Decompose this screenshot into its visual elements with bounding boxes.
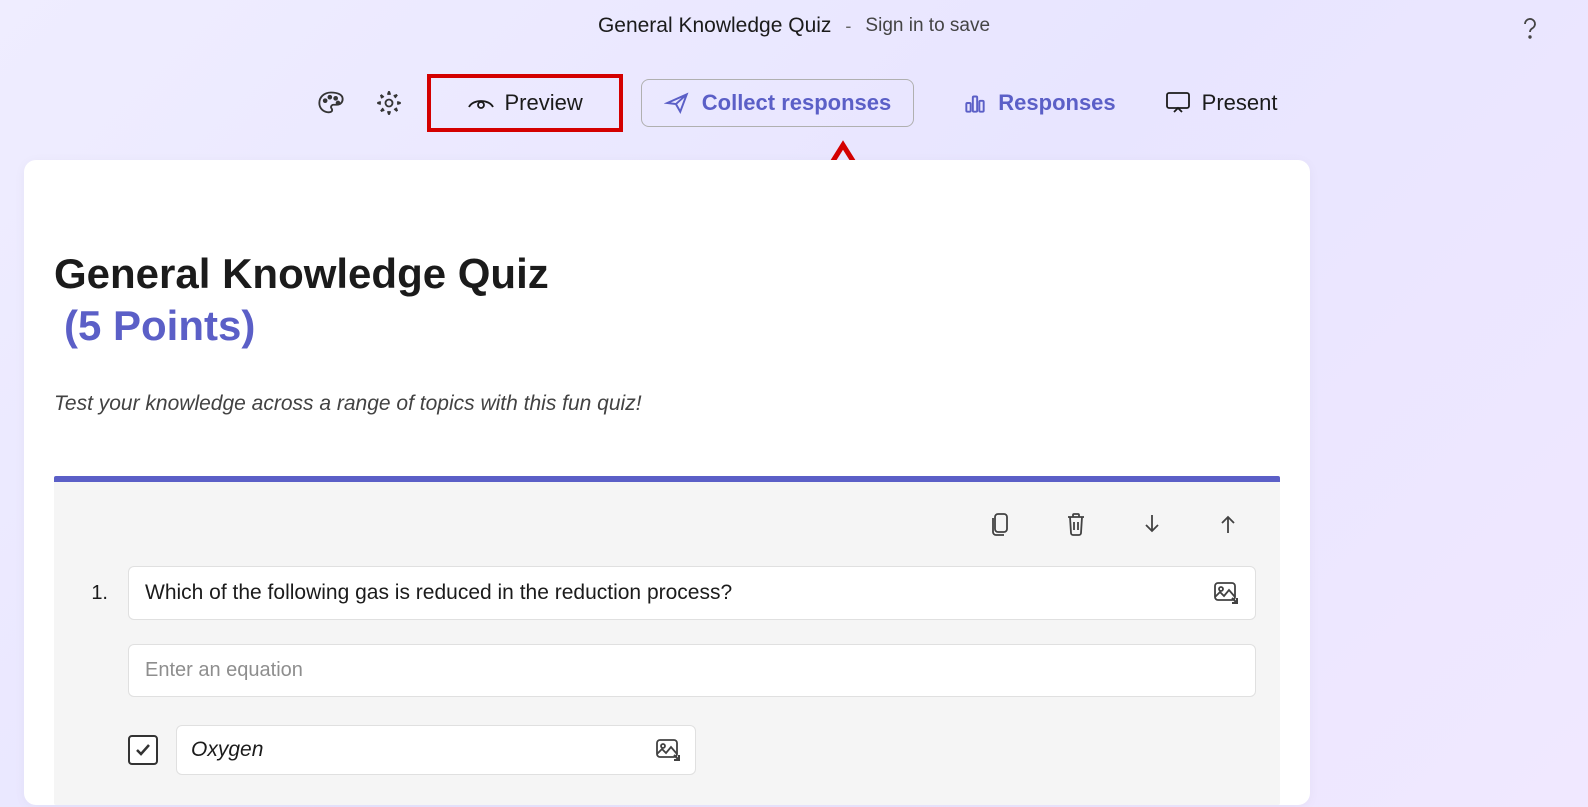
equation-placeholder: Enter an equation (145, 659, 303, 681)
question-number: 1. (78, 582, 108, 605)
card-description[interactable]: Test your knowledge across a range of to… (54, 392, 1280, 416)
title-separator: - (845, 16, 851, 37)
collect-responses-button[interactable]: Collect responses (641, 79, 915, 127)
title-area: General Knowledge Quiz - Sign in to save (598, 14, 990, 38)
form-card: General Knowledge Quiz (5 Points) Test y… (24, 160, 1310, 805)
present-label: Present (1202, 90, 1278, 116)
toolbar: Preview Collect responses Responses Pres… (0, 52, 1588, 152)
help-icon[interactable] (1512, 10, 1548, 46)
send-icon (664, 90, 690, 116)
option-text: Oxygen (191, 738, 263, 762)
question-text-input[interactable]: Which of the following gas is reduced in… (128, 566, 1256, 620)
theme-icon[interactable] (311, 83, 351, 123)
present-icon (1164, 90, 1192, 116)
move-up-icon[interactable] (1210, 506, 1246, 542)
responses-label: Responses (998, 90, 1115, 116)
preview-highlight-box: Preview (427, 74, 623, 132)
option-text-input[interactable]: Oxygen (176, 725, 696, 775)
question-toolbar (78, 500, 1256, 556)
trash-icon[interactable] (1058, 506, 1094, 542)
equation-input[interactable]: Enter an equation (128, 644, 1256, 697)
copy-icon[interactable] (982, 506, 1018, 542)
settings-icon[interactable] (369, 83, 409, 123)
chart-icon (962, 90, 988, 116)
top-header: General Knowledge Quiz - Sign in to save (0, 0, 1588, 52)
eye-icon (467, 93, 495, 113)
card-title[interactable]: General Knowledge Quiz (54, 250, 1280, 298)
equation-row: Enter an equation (128, 644, 1256, 697)
present-button[interactable]: Present (1164, 90, 1278, 116)
option-row: Oxygen (128, 725, 1256, 775)
signin-link[interactable]: Sign in to save (865, 15, 990, 37)
preview-label: Preview (505, 90, 583, 116)
question-text: Which of the following gas is reduced in… (145, 581, 732, 605)
question-block: 1. Which of the following gas is reduced… (54, 476, 1280, 805)
responses-button[interactable]: Responses (962, 90, 1115, 116)
card-points: (5 Points) (54, 302, 1280, 350)
form-title[interactable]: General Knowledge Quiz (598, 14, 831, 38)
collect-label: Collect responses (702, 90, 892, 116)
question-row: 1. Which of the following gas is reduced… (78, 566, 1256, 620)
option-checkbox[interactable] (128, 735, 158, 765)
move-down-icon[interactable] (1134, 506, 1170, 542)
preview-button[interactable]: Preview (449, 80, 601, 126)
image-icon[interactable] (1213, 581, 1239, 605)
image-icon[interactable] (655, 738, 681, 762)
